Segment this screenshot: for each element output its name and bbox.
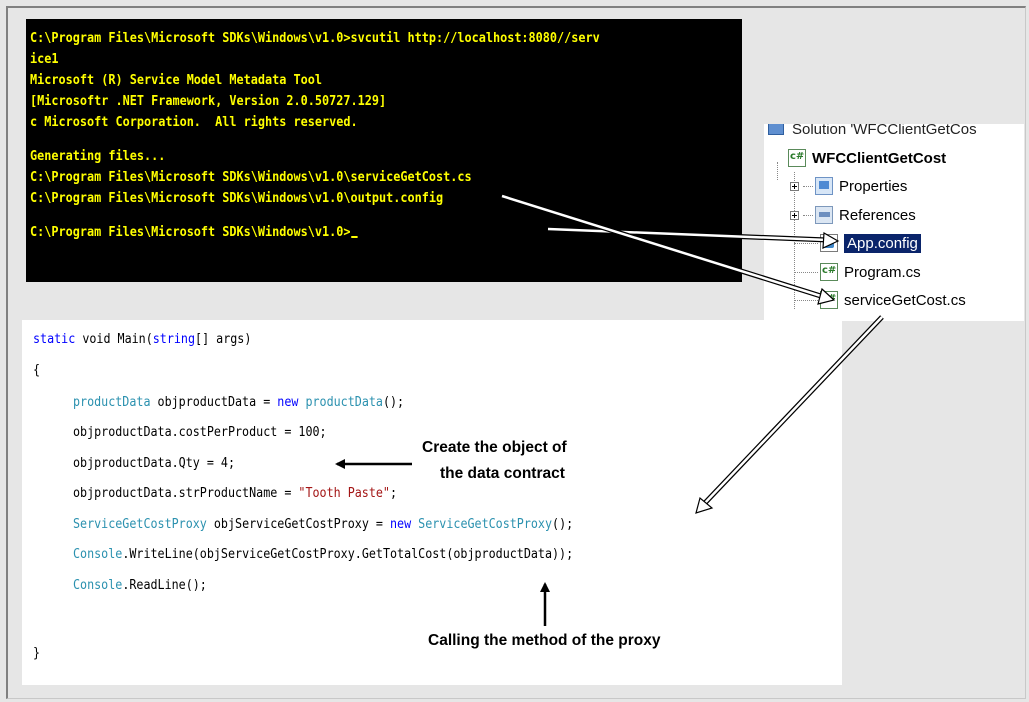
tree-item-label: App.config <box>844 233 921 253</box>
code-token: productData <box>73 395 151 410</box>
solution-label: Solution 'WFCClientGetCos <box>792 124 977 138</box>
code-token: ServiceGetCostProxy <box>418 517 553 532</box>
code-token: .WriteLine(objServiceGetCostProxy.GetTot… <box>122 547 574 562</box>
config-file-icon <box>820 234 838 252</box>
csharp-project-icon <box>788 149 806 167</box>
code-token: Console <box>73 578 123 593</box>
csharp-file-icon <box>820 291 838 309</box>
references-icon <box>815 206 833 224</box>
code-line-open-brace: { <box>33 363 41 378</box>
code-line-signature: static void Main(string[] args) <box>33 328 251 352</box>
code-token: static <box>33 332 76 347</box>
code-line: Console.ReadLine(); <box>73 574 207 598</box>
annotation-data-contract-2: the data contract <box>440 465 565 482</box>
tree-item-label: References <box>839 206 916 224</box>
tree-item-label: Program.cs <box>844 263 921 281</box>
code-token: [] args) <box>195 332 252 347</box>
code-line: Console.WriteLine(objServiceGetCostProxy… <box>73 543 573 567</box>
console-cursor <box>351 236 358 238</box>
console-line: C:\Program Files\Microsoft SDKs\Windows\… <box>30 170 472 185</box>
expand-icon[interactable] <box>790 210 799 220</box>
code-panel: static void Main(string[] args) { produc… <box>22 320 842 685</box>
code-token: ServiceGetCostProxy <box>73 517 207 532</box>
code-token: .ReadLine(); <box>122 578 207 593</box>
code-token: Console <box>73 547 123 562</box>
code-token: void Main( <box>75 332 153 347</box>
tree-item-app-config[interactable]: App.config <box>794 232 921 254</box>
code-line: objproductData.Qty = 4; <box>73 456 236 471</box>
code-token: new <box>389 517 412 532</box>
console-prompt: C:\Program Files\Microsoft SDKs\Windows\… <box>30 225 351 240</box>
solution-icon <box>768 124 784 135</box>
code-line-close-brace: } <box>33 646 41 661</box>
tree-item-program-cs[interactable]: Program.cs <box>794 261 921 283</box>
code-token: objproductData.strProductName = <box>73 486 299 501</box>
console-line: C:\Program Files\Microsoft SDKs\Windows\… <box>30 31 600 46</box>
project-node[interactable]: WFCClientGetCost <box>772 147 946 169</box>
console-line: C:\Program Files\Microsoft SDKs\Windows\… <box>30 191 444 206</box>
csharp-file-icon <box>820 263 838 281</box>
project-label: WFCClientGetCost <box>812 149 947 167</box>
code-line: ServiceGetCostProxy objServiceGetCostPro… <box>73 513 573 537</box>
tree-item-properties[interactable]: Properties <box>790 175 907 197</box>
console-line: [Microsoftr .NET Framework, Version 2.0.… <box>30 94 387 109</box>
command-console: C:\Program Files\Microsoft SDKs\Windows\… <box>26 19 742 282</box>
solution-explorer: Solution 'WFCClientGetCos WFCClientGetCo… <box>764 124 1024 321</box>
console-line: Microsoft (R) Service Model Metadata Too… <box>30 73 323 88</box>
console-line: ice1 <box>30 52 59 67</box>
console-line: Generating files... <box>30 149 166 164</box>
expand-icon[interactable] <box>790 181 799 191</box>
tree-item-label: Properties <box>839 177 908 195</box>
code-token: string <box>152 332 196 347</box>
annotation-proxy-call: Calling the method of the proxy <box>428 632 661 649</box>
properties-folder-icon <box>815 177 833 195</box>
code-token: (); <box>382 395 405 410</box>
code-token: objServiceGetCostProxy = <box>206 517 390 532</box>
solution-node[interactable]: Solution 'WFCClientGetCos <box>768 124 977 140</box>
annotation-data-contract-1: Create the object of <box>422 439 567 456</box>
tree-item-service-get-cost[interactable]: serviceGetCost.cs <box>794 289 966 311</box>
code-token: ; <box>389 486 398 501</box>
code-token: productData <box>305 395 383 410</box>
code-line: objproductData.strProductName = "Tooth P… <box>73 482 397 506</box>
console-prompt-line: C:\Program Files\Microsoft SDKs\Windows\… <box>30 222 678 243</box>
code-line: productData objproductData = new product… <box>73 391 404 415</box>
tree-item-label: serviceGetCost.cs <box>844 291 966 309</box>
code-token: (); <box>552 517 574 532</box>
tree-item-references[interactable]: References <box>790 204 916 226</box>
code-line: objproductData.costPerProduct = 100; <box>73 425 327 440</box>
code-token: objproductData = <box>150 395 278 410</box>
console-line: c Microsoft Corporation. All rights rese… <box>30 115 358 130</box>
code-token: "Tooth Paste" <box>298 486 390 501</box>
code-token: new <box>277 395 299 410</box>
